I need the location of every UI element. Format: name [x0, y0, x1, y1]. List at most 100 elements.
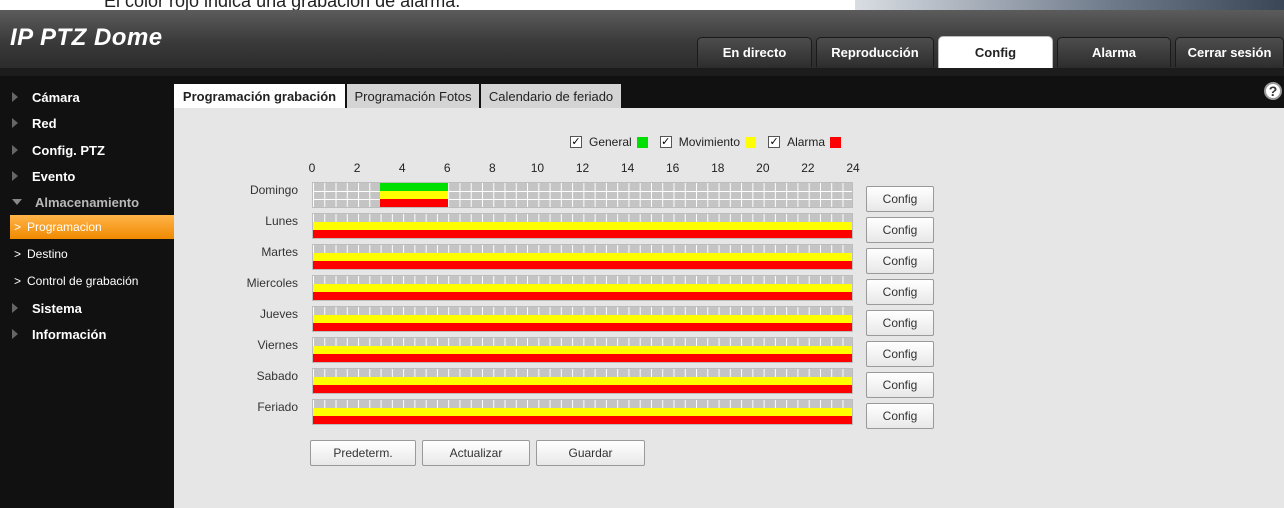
movimiento-bar	[380, 191, 448, 199]
chevron-right-icon: >	[14, 220, 22, 234]
alarma-bar	[313, 261, 852, 269]
caret-right-icon	[12, 303, 18, 313]
yellow-swatch	[745, 136, 757, 148]
document-caption: El color rojo indica una grabación de al…	[0, 0, 1284, 10]
sidebar-item-label: Config. PTZ	[32, 142, 105, 158]
general-bar	[380, 183, 448, 191]
legend-general: ✓ General	[570, 135, 648, 149]
day-label: Sabado	[256, 369, 298, 383]
caret-right-icon	[12, 118, 18, 128]
chevron-right-icon: >	[14, 274, 22, 288]
row-config-button[interactable]: Config	[866, 186, 934, 212]
alarma-bar	[313, 230, 852, 238]
tab-config[interactable]: Config	[938, 36, 1053, 68]
sidebar-item-informacion[interactable]: Información	[0, 321, 174, 347]
legend-general-label: General	[589, 135, 632, 149]
subtab-bar: Programación grabación Programación Foto…	[174, 76, 1284, 108]
tab-cerrar-sesion[interactable]: Cerrar sesión	[1175, 37, 1284, 67]
legend-alarma-label: Alarma	[787, 135, 826, 149]
day-label: Feriado	[257, 400, 298, 414]
movimiento-bar	[313, 222, 852, 230]
row-config-button[interactable]: Config	[866, 217, 934, 243]
red-swatch	[830, 136, 842, 148]
sidebar-sub-destino[interactable]: > Destino	[0, 242, 174, 266]
help-icon[interactable]: ?	[1264, 82, 1282, 100]
movimiento-bar	[313, 253, 852, 261]
schedule-row[interactable]	[312, 182, 853, 208]
content-panel: Programación grabación Programación Foto…	[174, 76, 1284, 508]
hour-label: 14	[620, 161, 635, 175]
refresh-button[interactable]: Actualizar	[422, 440, 530, 466]
schedule-row[interactable]	[312, 275, 853, 301]
schedule-row[interactable]	[312, 244, 853, 270]
hour-label: 8	[488, 161, 496, 175]
sidebar-item-red[interactable]: Red	[0, 110, 174, 136]
caption-shade	[855, 0, 1284, 10]
hour-label: 24	[846, 161, 860, 175]
schedule-row[interactable]	[312, 399, 853, 425]
row-config-button[interactable]: Config	[866, 403, 934, 429]
day-label: Jueves	[259, 307, 298, 321]
sidebar-item-label: Sistema	[32, 300, 82, 316]
sidebar-item-almacenamiento[interactable]: Almacenamiento	[0, 189, 174, 215]
sidebar-item-label: Red	[32, 115, 57, 131]
row-config-button[interactable]: Config	[866, 341, 934, 367]
schedule-row[interactable]	[312, 368, 853, 394]
tab-en-directo[interactable]: En directo	[697, 37, 812, 67]
sidebar-sub-label: Programacion	[27, 220, 102, 234]
alarma-bar	[313, 416, 852, 424]
sidebar-sub-programacion[interactable]: > Programacion	[10, 215, 174, 239]
sidebar-item-camara[interactable]: Cámara	[0, 84, 174, 110]
caret-down-icon	[12, 199, 22, 205]
caption-text: El color rojo indica una grabación de al…	[104, 0, 461, 10]
brand-title: IP PTZ Dome	[10, 24, 163, 51]
sidebar-item-config-ptz[interactable]: Config. PTZ	[0, 137, 174, 163]
schedule-row[interactable]	[312, 337, 853, 363]
row-config-button[interactable]: Config	[866, 310, 934, 336]
movimiento-bar	[313, 377, 852, 385]
alarma-bar	[313, 323, 852, 331]
hour-label: 18	[711, 161, 725, 175]
header-bar	[0, 68, 1284, 76]
app-header: IP PTZ Dome En directo Reproducción Conf…	[0, 10, 1284, 68]
sidebar-item-sistema[interactable]: Sistema	[0, 295, 174, 321]
row-config-button[interactable]: Config	[866, 372, 934, 398]
alarma-bar	[313, 292, 852, 300]
alarma-checkbox[interactable]: ✓	[768, 136, 781, 148]
tab-programacion-fotos[interactable]: Programación Fotos	[347, 84, 481, 108]
sidebar-sub-control-grabacion[interactable]: > Control de grabación	[0, 269, 174, 293]
caret-right-icon	[12, 329, 18, 339]
legend-movimiento: ✓ Movimiento	[659, 135, 757, 149]
day-label: Lunes	[265, 214, 298, 228]
hour-label: 2	[353, 161, 361, 175]
day-label: Martes	[261, 245, 298, 259]
schedule-row[interactable]	[312, 213, 853, 239]
hour-label: 22	[801, 161, 815, 175]
default-button[interactable]: Predeterm.	[310, 440, 416, 466]
green-swatch	[636, 136, 648, 148]
hour-label: 0	[308, 161, 316, 175]
sidebar-item-label: Cámara	[32, 89, 80, 105]
hour-label: 16	[665, 161, 680, 175]
chevron-right-icon: >	[14, 247, 22, 261]
tab-calendario-feriado[interactable]: Calendario de feriado	[481, 84, 623, 108]
schedule-row[interactable]	[312, 306, 853, 332]
general-checkbox[interactable]: ✓	[570, 136, 582, 148]
legend-alarma: ✓ Alarma	[768, 135, 842, 149]
sidebar-item-label: Evento	[32, 168, 76, 184]
tab-alarma[interactable]: Alarma	[1057, 37, 1171, 67]
tab-programacion-grabacion[interactable]: Programación grabación	[174, 84, 347, 108]
movimiento-bar	[313, 284, 852, 292]
hour-label: 12	[575, 161, 590, 175]
movimiento-checkbox[interactable]: ✓	[659, 136, 672, 148]
alarma-bar	[313, 385, 852, 393]
row-config-button[interactable]: Config	[866, 248, 934, 274]
sidebar-item-label: Almacenamiento	[35, 194, 140, 210]
movimiento-bar	[313, 346, 852, 354]
sidebar-item-label: Información	[32, 326, 107, 342]
save-button[interactable]: Guardar	[536, 440, 645, 466]
sidebar-sub-label: Control de grabación	[27, 274, 139, 288]
sidebar-item-evento[interactable]: Evento	[0, 163, 174, 189]
row-config-button[interactable]: Config	[866, 279, 934, 305]
tab-reproduccion[interactable]: Reproducción	[816, 37, 934, 67]
